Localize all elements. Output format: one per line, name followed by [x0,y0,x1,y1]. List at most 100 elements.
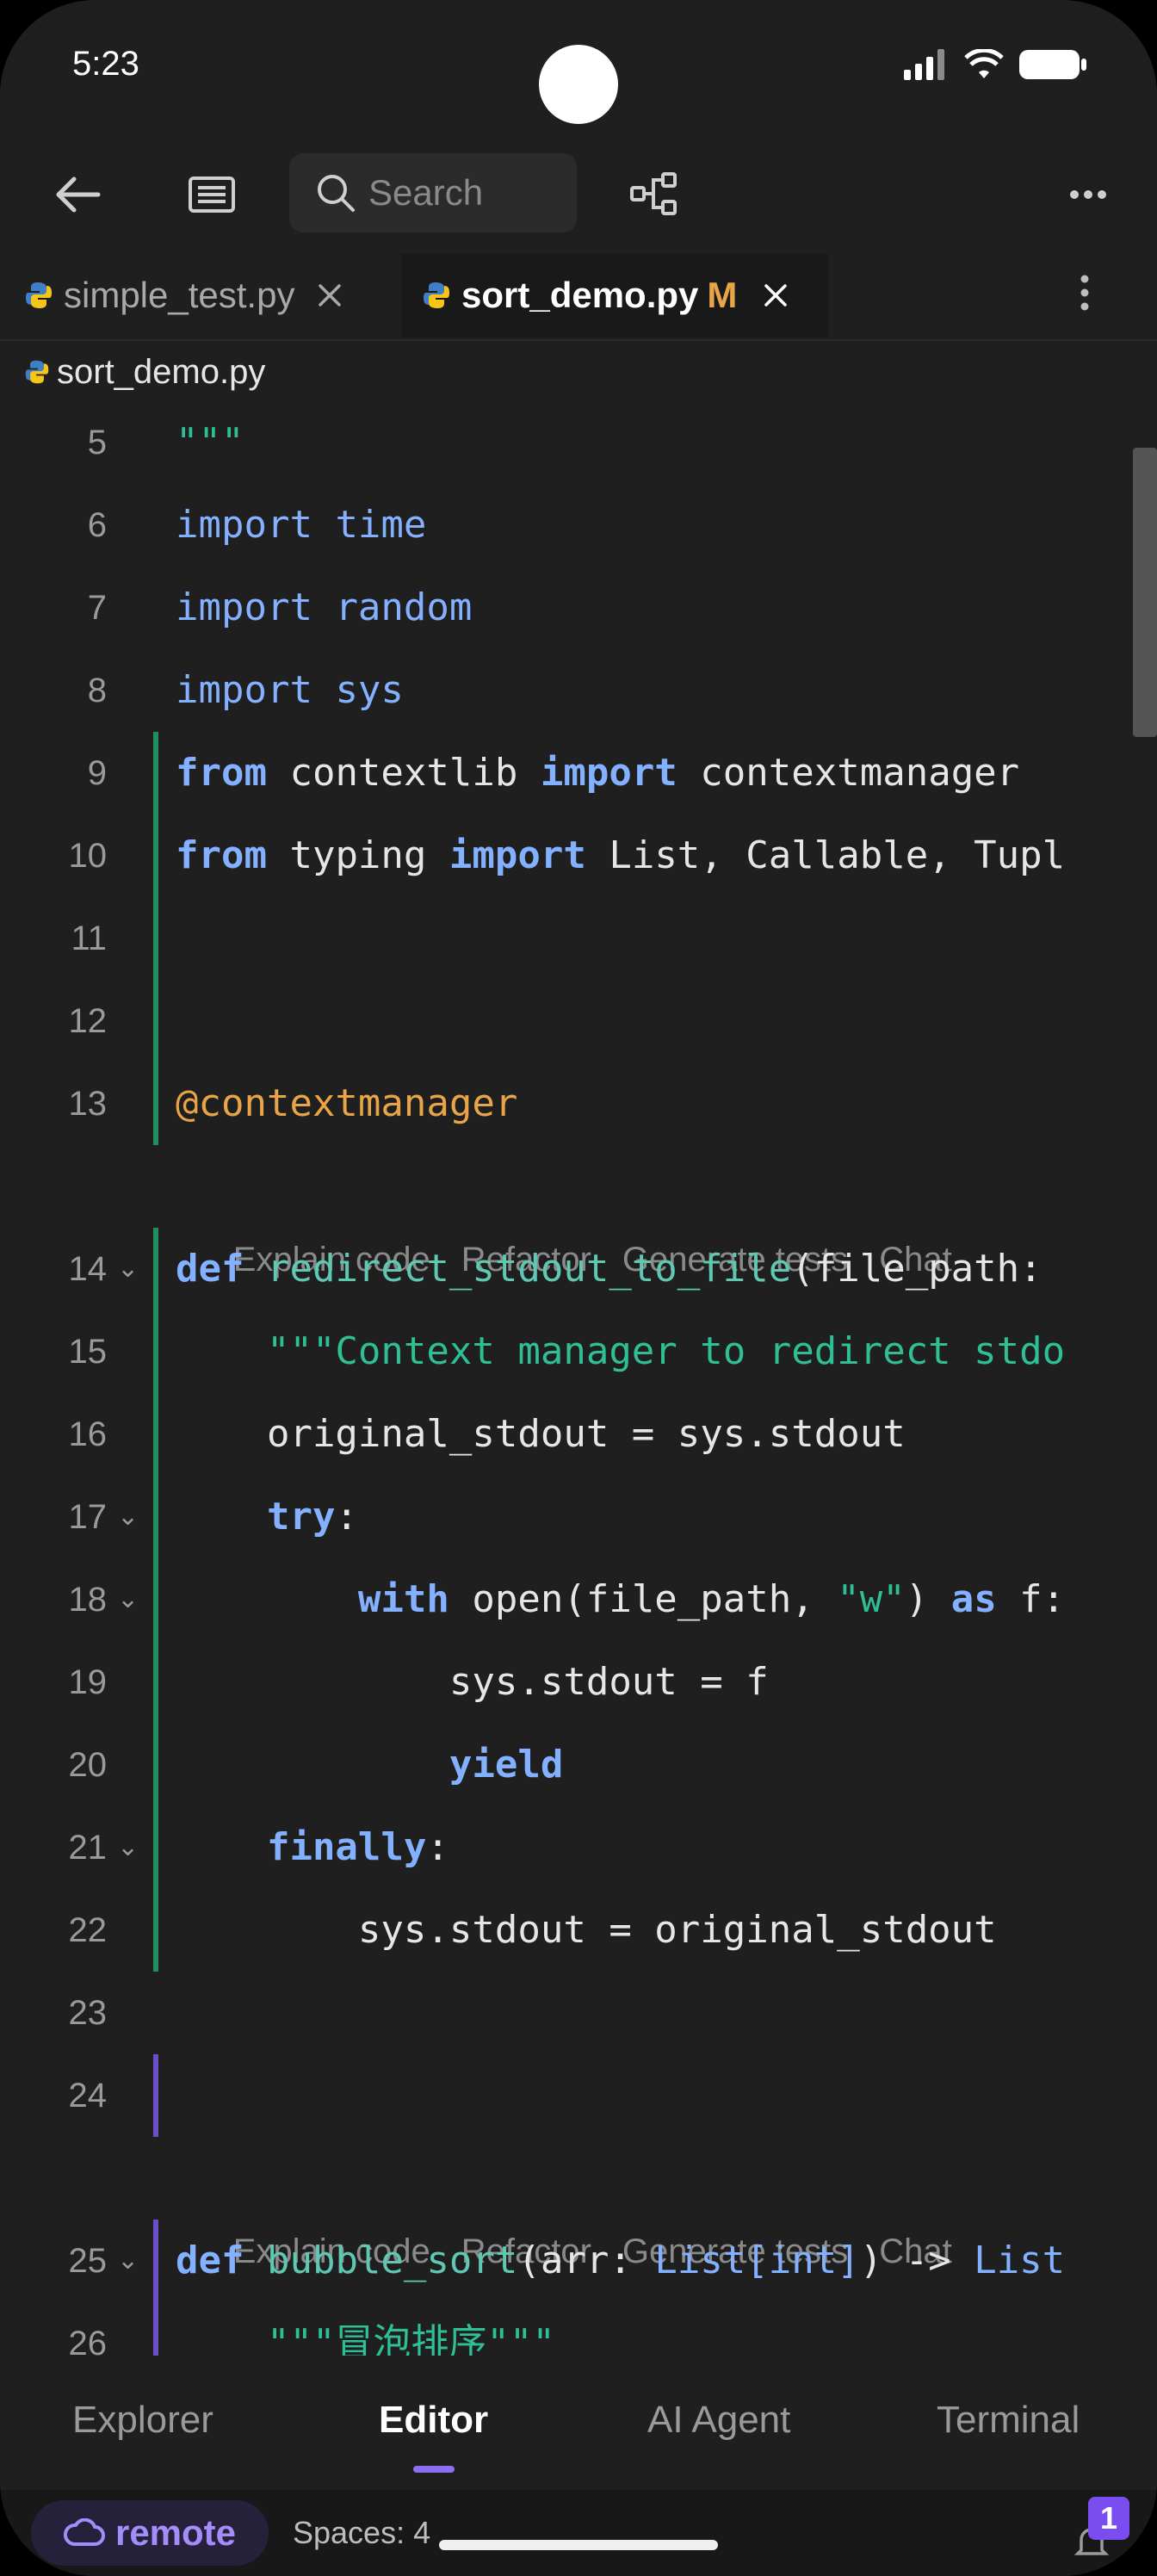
code-text: import time [176,503,427,547]
status-bar: 5:23 [0,0,1157,129]
node-graph-icon [630,172,677,215]
breadcrumb[interactable]: sort_demo.py [24,348,265,396]
git-added-marker [153,732,158,814]
modified-badge: M [707,275,738,315]
document-list-icon [189,176,235,213]
tab-overflow-button[interactable] [1067,274,1102,319]
code-line[interactable]: 19 sys.stdout = f [0,1641,1157,1724]
line-number: 21 [68,1829,108,1867]
close-icon[interactable] [317,282,343,308]
line-number: 12 [68,1002,108,1040]
line-number: 7 [87,589,107,627]
chevron-down-icon[interactable]: ⌄ [117,1476,139,1558]
search-icon [318,175,355,212]
editor-toolbar: Search [0,146,1157,260]
tab-sort-demo[interactable]: sort_demo.py M [401,253,828,337]
code-line[interactable]: 9 from contextlib import contextmanager [0,732,1157,814]
outline-button[interactable] [170,153,253,236]
code-line[interactable]: 13 @contextmanager [0,1062,1157,1145]
search-input[interactable]: Search [289,153,577,232]
arrow-left-icon [56,176,101,213]
code-line[interactable]: 23 [0,1972,1157,2054]
chevron-down-icon[interactable]: ⌄ [117,1228,139,1310]
code-text: sys.stdout = f [176,1660,769,1704]
python-file-icon [25,360,49,384]
code-text: import sys [176,668,404,712]
graph-view-button[interactable] [613,153,696,236]
code-text: def bubble_sort(arr: List[int]) -> List [176,2239,1066,2282]
code-line[interactable]: 21 ⌄ finally: [0,1806,1157,1889]
status-icons [904,48,1088,81]
git-added-marker [153,897,158,980]
code-line[interactable]: 6 import time [0,484,1157,567]
line-number: 6 [87,506,107,544]
chevron-down-icon[interactable]: ⌄ [117,1806,139,1889]
nav-tab-ai-agent[interactable]: AI Agent [647,2356,790,2490]
python-file-icon [424,282,449,308]
indentation-setting[interactable]: Spaces: 4 [293,2502,430,2564]
editor-scrollbar[interactable] [1133,448,1157,737]
git-added-marker [153,1310,158,1393]
code-text: yield [176,1743,564,1786]
code-line[interactable]: 26 """冒泡排序""" [0,2302,1157,2356]
phone-screen: 5:23 Search simple_test.py sort_demo.py … [0,0,1157,2576]
git-added-marker [153,980,158,1062]
more-options-button[interactable] [1047,153,1129,236]
code-line[interactable]: 15 """Context manager to redirect stdo [0,1310,1157,1393]
code-line[interactable]: 5 """ [0,401,1157,484]
back-button[interactable] [36,153,119,236]
code-line[interactable]: 14 ⌄ def redirect_stdout_to_file(file_pa… [0,1228,1157,1310]
tab-simple-test[interactable]: simple_test.py [24,253,343,337]
notification-count-badge: 1 [1088,2497,1129,2540]
more-vertical-icon [1080,275,1089,311]
code-line[interactable]: 11 [0,897,1157,980]
home-indicator[interactable] [439,2540,718,2550]
git-added-marker [153,1228,158,1310]
git-added-marker [153,1062,158,1145]
git-modified-marker [153,2302,158,2356]
line-number: 11 [71,920,107,957]
nav-tab-explorer[interactable]: Explorer [72,2356,213,2490]
code-line[interactable]: 18 ⌄ with open(file_path, "w") as f: [0,1558,1157,1641]
signal-icon [904,49,944,80]
front-camera [539,45,618,124]
code-text: @contextmanager [176,1081,518,1125]
code-line[interactable]: 10 from typing import List, Callable, Tu… [0,814,1157,897]
line-number: 17 [68,1498,108,1536]
code-text: from contextlib import contextmanager [176,751,1020,795]
code-line[interactable]: 25 ⌄ def bubble_sort(arr: List[int]) -> … [0,2220,1157,2302]
code-editor[interactable]: 5 """ 6 import time 7 import random 8 im… [0,401,1157,2356]
code-line[interactable]: 17 ⌄ try: [0,1476,1157,1558]
chevron-down-icon[interactable]: ⌄ [117,1558,139,1641]
line-number: 10 [68,837,108,875]
line-number: 15 [68,1333,108,1371]
code-line[interactable]: 8 import sys [0,649,1157,732]
tab-label: sort_demo.py [461,275,699,315]
nav-tab-terminal[interactable]: Terminal [937,2356,1080,2490]
line-number: 25 [68,2242,108,2280]
chevron-down-icon[interactable]: ⌄ [117,2220,139,2302]
editor-tabs: simple_test.py sort_demo.py M [0,253,1157,341]
code-line[interactable]: 22 sys.stdout = original_stdout [0,1889,1157,1972]
line-number: 16 [68,1415,108,1453]
code-line[interactable]: 12 [0,980,1157,1062]
notifications-button[interactable]: 1 [1074,2497,1129,2566]
tab-label: simple_test.py [64,275,295,315]
code-line[interactable]: 20 yield [0,1724,1157,1806]
breadcrumb-file: sort_demo.py [57,352,266,391]
code-text: with open(file_path, "w") as f: [176,1577,1066,1621]
code-line[interactable]: 24 [0,2054,1157,2137]
remote-connection-button[interactable]: remote [31,2500,269,2566]
line-number: 5 [87,424,107,461]
code-line[interactable]: 7 import random [0,567,1157,649]
remote-label: remote [114,2512,237,2553]
code-text: sys.stdout = original_stdout [176,1908,997,1952]
codelens-actions: Explain code Refactor Generate tests Chat [176,1149,983,1279]
close-icon[interactable] [763,282,789,308]
line-number: 26 [68,2325,108,2356]
line-number: 8 [87,672,107,709]
line-number: 22 [68,1911,108,1949]
status-time: 5:23 [72,45,139,83]
code-text: import random [176,585,473,629]
code-line[interactable]: 16 original_stdout = sys.stdout [0,1393,1157,1476]
